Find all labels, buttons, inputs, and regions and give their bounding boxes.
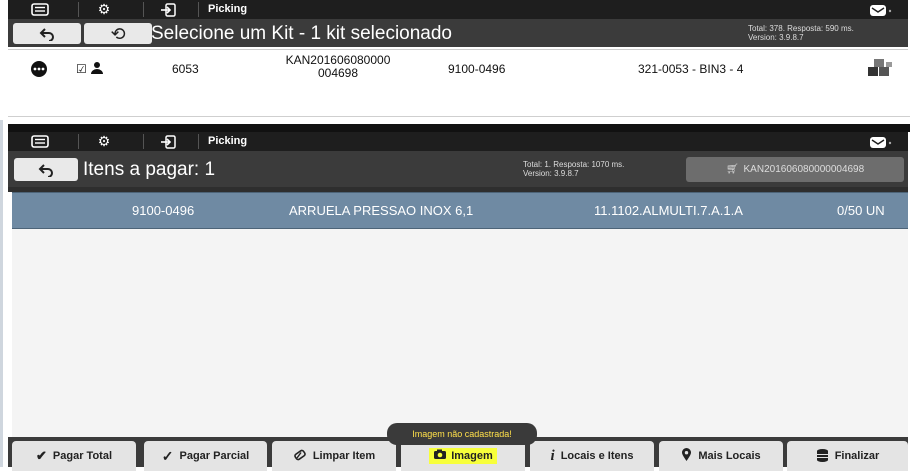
double-check-icon: ✔︎ [36,448,47,463]
top-bar: ⚙ Picking [8,132,908,151]
stats-line: Total: 1. Resposta: 1070 ms. [523,160,625,169]
kit-part: 9100-0496 [448,62,506,76]
item-list-area [12,229,908,437]
camera-icon [433,449,447,463]
top-bar: ⚙ Picking [8,0,908,19]
item-row-selected[interactable]: 9100-0496 ARRUELA PRESSAO INOX 6,1 11.11… [12,192,908,229]
item-quantity: 0/50 UN [837,203,885,218]
kit-row[interactable]: ☑ 6053 KAN201606080000 004698 9100-0496 … [8,49,908,89]
mail-icon[interactable] [866,0,896,19]
info-icon: i [550,447,555,464]
header-bar: ⟲ Selecione um Kit - 1 kit selecionado T… [8,19,908,47]
separator [8,116,910,117]
kit-cart-button[interactable]: 🛒︎ KAN201606080000004698 [686,157,904,182]
more-icon[interactable] [30,60,48,81]
check-icon: ✓ [161,447,174,464]
stats-line: Total: 378. Resposta: 590 ms. [748,24,854,33]
item-part: 9100-0496 [132,203,195,218]
menu-icon[interactable] [28,0,52,19]
login-icon[interactable] [156,0,180,19]
kit-location: 321-0053 - BIN3 - 4 [638,62,744,76]
back-button[interactable] [14,158,78,181]
location-pin-icon [681,447,692,465]
refresh-button[interactable]: ⟲ [84,23,152,44]
kit-code: KAN201606080000 004698 [285,53,391,80]
login-icon[interactable] [156,132,180,151]
kit-number: 6053 [172,62,199,76]
gear-icon[interactable]: ⚙ [92,0,116,19]
refresh-icon: ⟲ [110,23,126,44]
toast-message: Imagem não cadastrada! [387,423,537,445]
boxes-icon[interactable] [866,57,894,82]
page-title: Selecione um Kit - 1 kit selecionado [151,23,452,44]
item-location: 11.1102.ALMULTI.7.A.1.A [594,203,743,218]
eraser-icon [293,449,307,464]
user-icon [90,61,104,78]
app-title: Picking [208,135,248,147]
app-title: Picking [208,3,248,15]
header-bar: Itens a pagar: 1 Total: 1. Resposta: 107… [8,151,908,187]
item-description: ARRUELA PRESSAO INOX 6,1 [289,203,474,218]
checked-icon: ☑ [76,62,87,76]
page-title: Itens a pagar: 1 [83,159,216,180]
gear-icon[interactable]: ⚙ [92,132,116,151]
cart-icon: 🛒︎ [725,164,739,175]
menu-icon[interactable] [28,132,52,151]
mail-icon[interactable] [866,132,896,151]
version-line: Version: 3.9.8.7 [748,33,804,42]
version-line: Version: 3.9.8.7 [523,169,579,178]
database-icon [816,448,829,465]
back-button[interactable] [13,23,81,44]
